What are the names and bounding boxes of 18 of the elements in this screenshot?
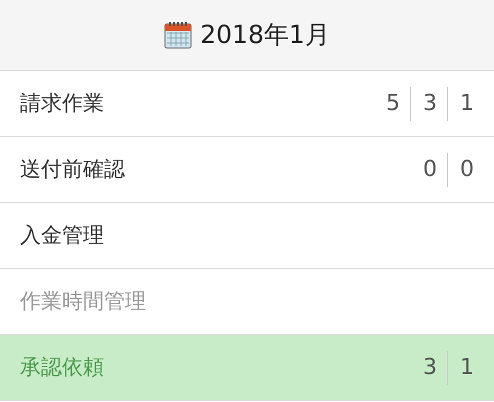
calendar-icon — [164, 21, 192, 49]
count: 1 — [447, 86, 474, 120]
count: 0 — [422, 156, 438, 184]
menu-label: 作業時間管理 — [20, 288, 147, 315]
count: 0 — [447, 152, 474, 186]
count: 1 — [447, 350, 474, 384]
month-title: 2018年1月 — [200, 19, 330, 52]
count: 3 — [410, 86, 447, 120]
menu-label: 送付前確認 — [20, 156, 126, 183]
count: 3 — [422, 354, 438, 382]
menu-label: 承認依頼 — [20, 354, 105, 381]
menu-label: 請求作業 — [20, 90, 105, 117]
menu-item[interactable]: 承認依頼 3 1 — [0, 335, 494, 401]
menu-item[interactable]: 送付前確認 0 0 — [0, 137, 494, 203]
menu-label: 入金管理 — [20, 222, 105, 249]
count: 5 — [385, 90, 401, 118]
menu-item[interactable]: 入金管理 — [0, 203, 494, 269]
menu-item[interactable]: 請求作業 5 3 1 — [0, 71, 494, 137]
